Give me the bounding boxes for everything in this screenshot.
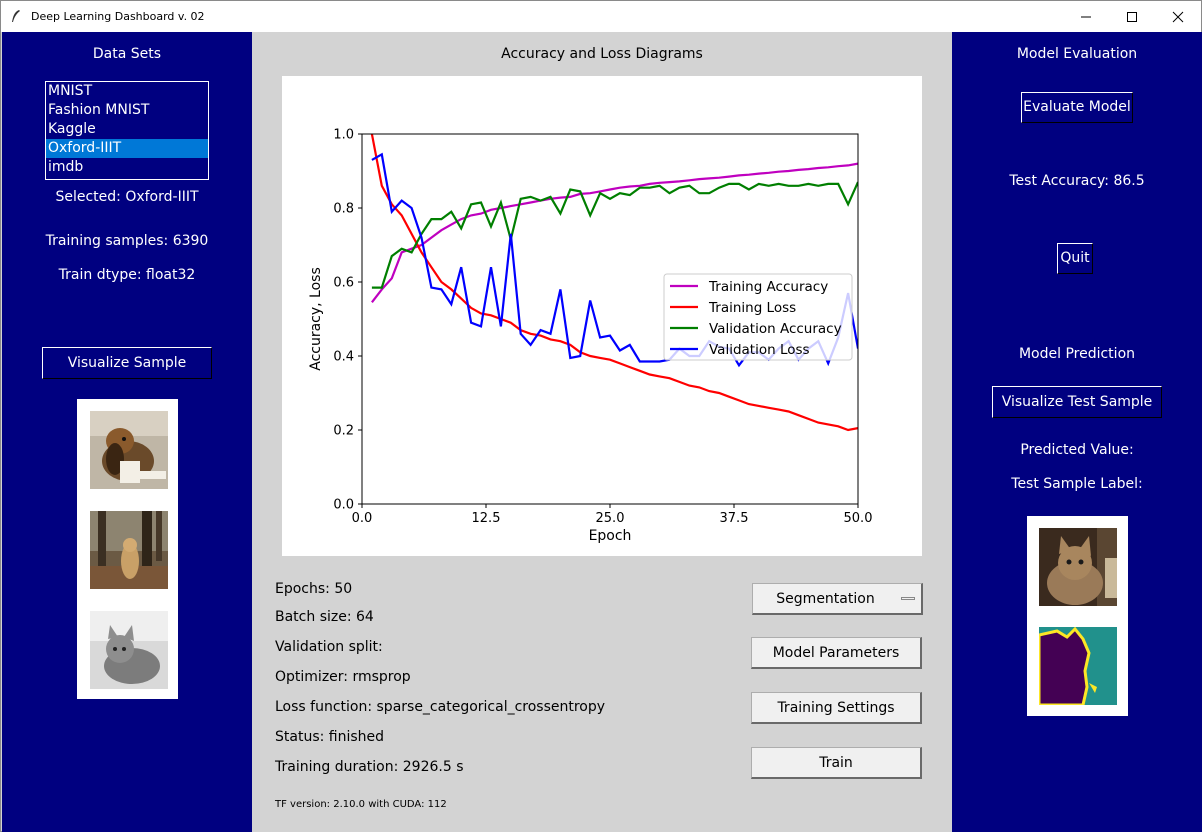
training-duration-label: Training duration: 2926.5 s xyxy=(275,759,464,775)
app-window: Deep Learning Dashboard v. 02 Data Sets … xyxy=(0,0,1202,832)
status-label: Status: finished xyxy=(275,729,385,745)
maximize-button[interactable] xyxy=(1109,1,1155,32)
epochs-label: Epochs: 50 xyxy=(275,581,353,597)
training-settings-button[interactable]: Training Settings xyxy=(751,692,922,724)
tf-version-label: TF version: 2.10.0 with CUDA: 112 xyxy=(275,799,447,810)
model-evaluation-heading: Model Evaluation xyxy=(1016,46,1138,62)
title-bar: Deep Learning Dashboard v. 02 xyxy=(1,1,1201,32)
model-prediction-heading: Model Prediction xyxy=(1018,346,1136,362)
series-line-2 xyxy=(371,181,858,289)
legend-entry: Validation Loss xyxy=(709,342,810,358)
visualize-test-sample-button[interactable]: Visualize Test Sample xyxy=(992,386,1162,418)
evaluation-panel: Model Evaluation Evaluate Model Test Acc… xyxy=(952,32,1202,832)
close-button[interactable] xyxy=(1155,1,1201,32)
y-tick-label: 0.2 xyxy=(333,424,354,439)
cat-photo-icon xyxy=(1039,528,1117,606)
y-tick-label: 0.6 xyxy=(333,276,354,291)
dataset-item-kaggle[interactable]: Kaggle xyxy=(46,120,208,139)
test-image-cat xyxy=(1039,528,1117,606)
test-image-segmentation-mask xyxy=(1039,627,1117,705)
diagram-panel: Accuracy and Loss Diagrams 0.0 12.5 25.0 37… xyxy=(252,32,952,832)
loss-function-label: Loss function: sparse_categorical_crosse… xyxy=(275,699,606,715)
feather-icon xyxy=(12,10,20,22)
menu-indicator-icon xyxy=(901,597,915,600)
sample-image-grey-cat xyxy=(90,611,168,689)
optimizer-label: Optimizer: rmsprop xyxy=(275,669,411,685)
grey-cat-photo-icon xyxy=(90,611,168,689)
y-tick-label: 0.4 xyxy=(333,350,354,365)
chart-figure: 0.0 12.5 25.0 37.5 50.0 0.0 0.2 0.4 0.6 0.8 1.0 Epo… xyxy=(282,76,922,556)
predicted-value-label: Predicted Value: xyxy=(1020,442,1134,458)
sample-image-dog-forest xyxy=(90,511,168,589)
train-dtype-label: Train dtype: float32 xyxy=(58,267,196,283)
x-tick-label: 50.0 xyxy=(844,511,873,526)
y-axis-label: Accuracy, Loss xyxy=(308,267,324,371)
minimize-icon xyxy=(1081,16,1091,17)
close-icon xyxy=(1172,11,1184,22)
x-tick-label: 12.5 xyxy=(472,511,501,526)
accuracy-loss-chart: 0.0 12.5 25.0 37.5 50.0 0.0 0.2 0.4 0.6 0.8 1.0 Epo… xyxy=(308,128,873,545)
x-tick-label: 25.0 xyxy=(596,511,625,526)
x-tick-label: 37.5 xyxy=(720,511,749,526)
dog-forest-photo-icon xyxy=(90,511,168,589)
quit-button[interactable]: Quit xyxy=(1057,243,1093,274)
x-tick-label: 0.0 xyxy=(352,511,373,526)
dataset-item-imdb[interactable]: imdb xyxy=(46,158,208,177)
legend-entry: Validation Accuracy xyxy=(709,321,842,337)
window-title: Deep Learning Dashboard v. 02 xyxy=(31,10,205,23)
sample-image-dog xyxy=(90,411,168,489)
validation-split-label: Validation split: xyxy=(275,639,383,655)
visualize-sample-button[interactable]: Visualize Sample xyxy=(42,347,212,379)
task-select-value: Segmentation xyxy=(776,591,875,607)
datasets-heading: Data Sets xyxy=(92,46,162,62)
y-tick-label: 0.8 xyxy=(333,202,354,217)
dog-photo-icon xyxy=(90,411,168,489)
test-accuracy-label: Test Accuracy: 86.5 xyxy=(1009,173,1145,189)
diagram-heading: Accuracy and Loss Diagrams xyxy=(501,46,703,62)
dataset-item-oxford-iiit[interactable]: Oxford-IIIT xyxy=(46,139,208,158)
test-images-column xyxy=(1027,516,1128,716)
selected-dataset-label: Selected: Oxford-IIIT xyxy=(55,189,199,205)
evaluate-model-button[interactable]: Evaluate Model xyxy=(1021,92,1133,123)
datasets-listbox[interactable]: MNIST Fashion MNIST Kaggle Oxford-IIIT i… xyxy=(45,81,209,180)
y-tick-label: 0.0 xyxy=(333,498,354,513)
train-button[interactable]: Train xyxy=(751,747,922,779)
x-axis-label: Epoch xyxy=(589,528,632,544)
segmentation-mask-icon xyxy=(1039,627,1117,705)
test-sample-label: Test Sample Label: xyxy=(1011,476,1143,492)
training-samples-label: Training samples: 6390 xyxy=(45,233,209,249)
model-parameters-button[interactable]: Model Parameters xyxy=(751,637,922,669)
minimize-button[interactable] xyxy=(1063,1,1109,32)
dataset-item-mnist[interactable]: MNIST xyxy=(46,82,208,101)
batch-size-label: Batch size: 64 xyxy=(275,609,374,625)
task-select-menu[interactable]: Segmentation xyxy=(752,583,923,615)
maximize-icon xyxy=(1127,11,1137,22)
datasets-panel: Data Sets MNIST Fashion MNIST Kaggle Oxf… xyxy=(2,32,252,832)
dataset-item-fashion-mnist[interactable]: Fashion MNIST xyxy=(46,101,208,120)
sample-images-column xyxy=(77,399,178,699)
legend-entry: Training Accuracy xyxy=(708,279,828,295)
y-tick-label: 1.0 xyxy=(333,128,354,143)
legend-entry: Training Loss xyxy=(708,300,796,316)
